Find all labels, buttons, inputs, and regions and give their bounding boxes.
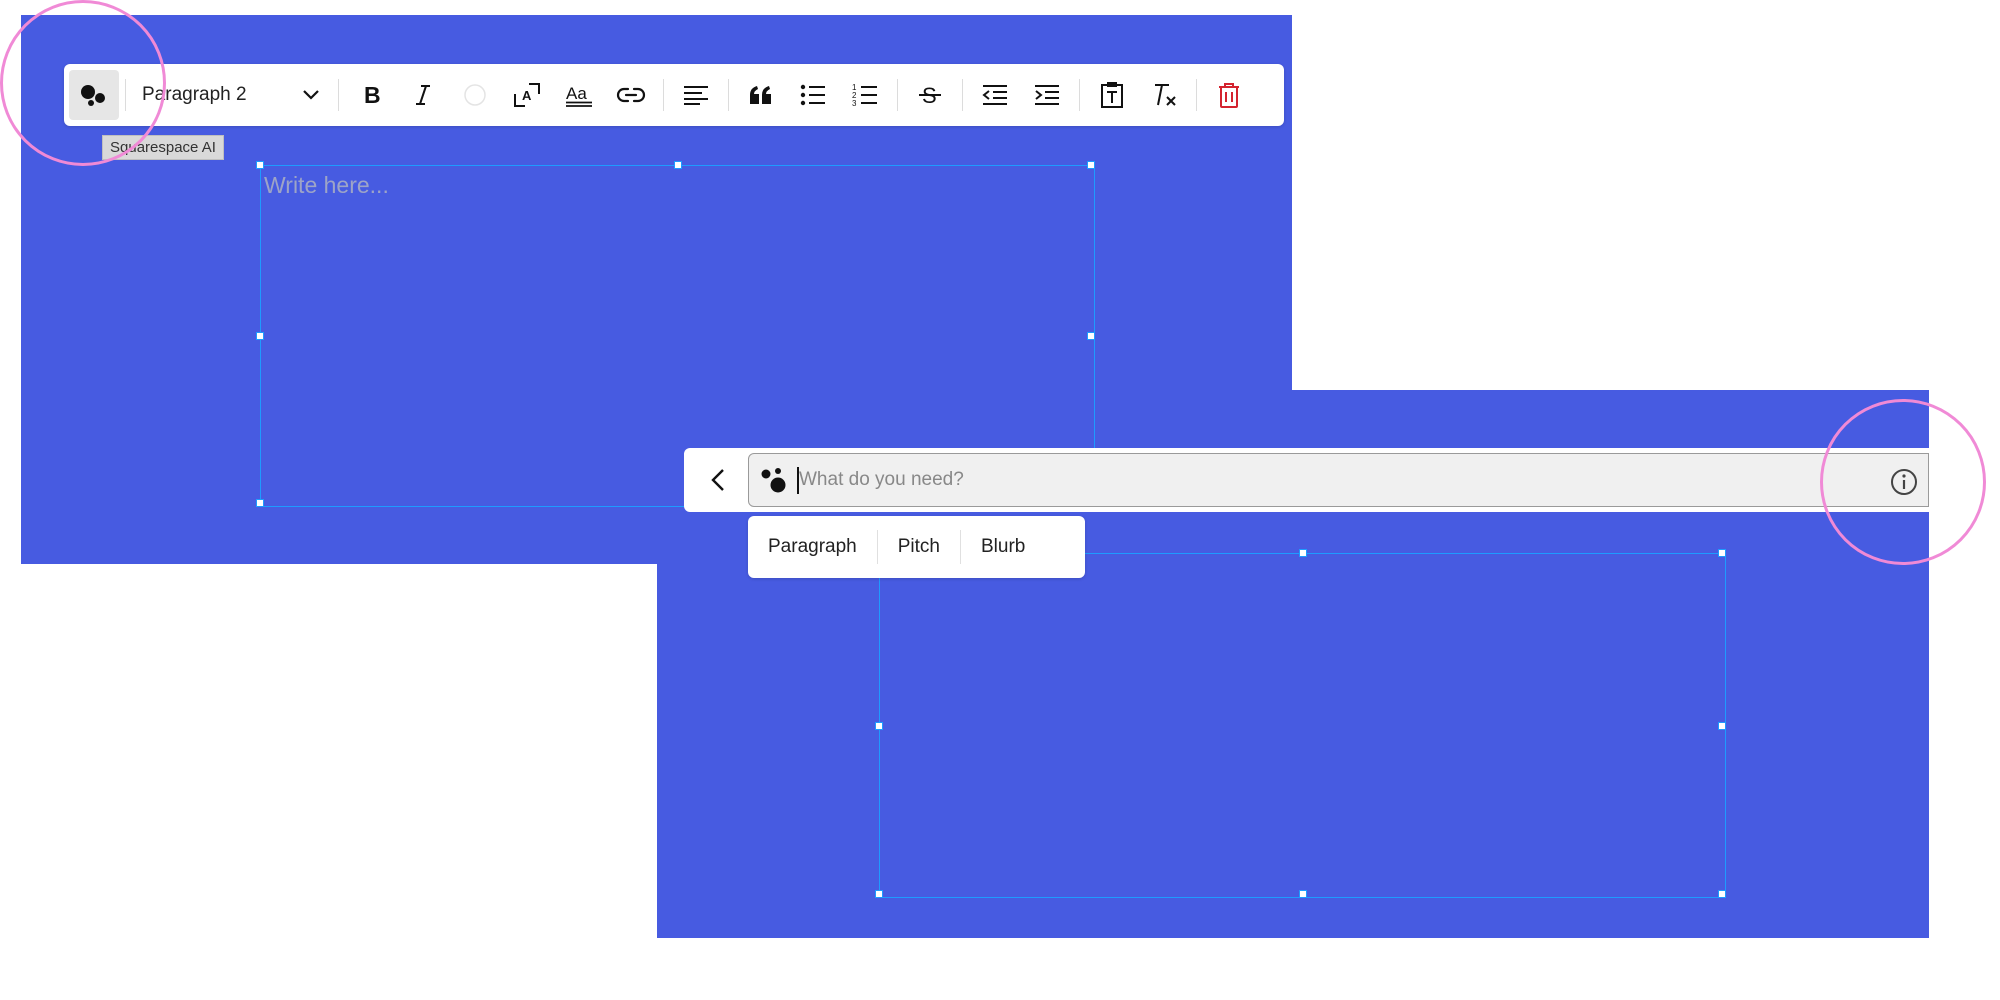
clear-formatting-icon xyxy=(1155,84,1176,106)
toolbar-divider xyxy=(897,79,898,111)
resize-handle[interactable] xyxy=(1087,161,1095,169)
numbered-list-icon: 123 xyxy=(852,83,877,108)
strikethrough-button[interactable]: S xyxy=(904,70,956,120)
text-color-button[interactable] xyxy=(449,70,501,120)
bulleted-list-button[interactable] xyxy=(787,70,839,120)
suggestion-paragraph[interactable]: Paragraph xyxy=(748,527,877,567)
align-left-icon xyxy=(684,86,708,105)
highlight-ring xyxy=(0,0,166,166)
ai-prompt-bar xyxy=(684,448,1929,512)
text-size-button[interactable]: A xyxy=(501,70,553,120)
ai-prompt-input[interactable] xyxy=(799,462,1799,498)
resize-handle[interactable] xyxy=(875,890,883,898)
clear-formatting-button[interactable] xyxy=(1138,70,1190,120)
resize-handle[interactable] xyxy=(1299,890,1307,898)
toolbar-divider xyxy=(1079,79,1080,111)
outdent-icon xyxy=(982,85,1007,105)
indent-button[interactable] xyxy=(1021,70,1073,120)
quote-icon xyxy=(750,86,771,104)
ai-prompt-field[interactable] xyxy=(748,453,1929,507)
suggestion-blurb[interactable]: Blurb xyxy=(961,527,1045,567)
toolbar-divider xyxy=(663,79,664,111)
link-button[interactable] xyxy=(605,70,657,120)
delete-block-button[interactable] xyxy=(1203,70,1255,120)
font-icon: Aa xyxy=(566,84,592,107)
resize-handle[interactable] xyxy=(875,722,883,730)
svg-text:B: B xyxy=(364,83,381,107)
svg-text:A: A xyxy=(522,88,532,103)
chevron-left-icon xyxy=(711,469,724,491)
resize-handle[interactable] xyxy=(256,499,264,507)
toolbar-divider xyxy=(728,79,729,111)
back-button[interactable] xyxy=(696,458,740,502)
resize-handle[interactable] xyxy=(1718,722,1726,730)
toolbar-divider xyxy=(338,79,339,111)
text-color-swatch-icon xyxy=(464,84,486,106)
italic-icon xyxy=(416,85,430,105)
font-button[interactable]: Aa xyxy=(553,70,605,120)
chevron-down-icon xyxy=(303,90,319,100)
toolbar-divider xyxy=(962,79,963,111)
align-left-button[interactable] xyxy=(670,70,722,120)
bulleted-list-icon xyxy=(800,84,825,106)
resize-handle[interactable] xyxy=(1087,332,1095,340)
text-block-selection[interactable] xyxy=(875,549,1726,898)
numbered-list-button[interactable]: 123 xyxy=(839,70,891,120)
ai-suggestion-chips: Paragraph Pitch Blurb xyxy=(748,516,1085,578)
resize-handle[interactable] xyxy=(256,161,264,169)
bold-icon: B xyxy=(364,83,381,107)
bold-button[interactable]: B xyxy=(345,70,397,120)
paste-as-text-button[interactable] xyxy=(1086,70,1138,120)
resize-handle[interactable] xyxy=(256,332,264,340)
svg-text:Aa: Aa xyxy=(566,84,587,103)
toolbar-divider xyxy=(1196,79,1197,111)
indent-icon xyxy=(1035,85,1059,105)
editor-placeholder: Write here... xyxy=(264,172,389,198)
squarespace-ai-icon xyxy=(761,468,786,493)
highlight-ring xyxy=(1820,399,1986,565)
quote-button[interactable] xyxy=(735,70,787,120)
italic-button[interactable] xyxy=(397,70,449,120)
clipboard-text-icon xyxy=(1101,82,1123,108)
trash-icon xyxy=(1219,83,1239,108)
resize-handle[interactable] xyxy=(1299,549,1307,557)
svg-text:3: 3 xyxy=(852,99,857,108)
text-formatting-toolbar: Paragraph 2 B A Aa 123 S xyxy=(64,64,1284,126)
link-icon xyxy=(616,87,646,103)
strikethrough-icon: S xyxy=(919,83,941,108)
text-size-icon: A xyxy=(514,83,540,107)
suggestion-pitch[interactable]: Pitch xyxy=(878,527,960,567)
resize-handle[interactable] xyxy=(1718,549,1726,557)
resize-handle[interactable] xyxy=(1718,890,1726,898)
resize-handle[interactable] xyxy=(674,161,682,169)
outdent-button[interactable] xyxy=(969,70,1021,120)
